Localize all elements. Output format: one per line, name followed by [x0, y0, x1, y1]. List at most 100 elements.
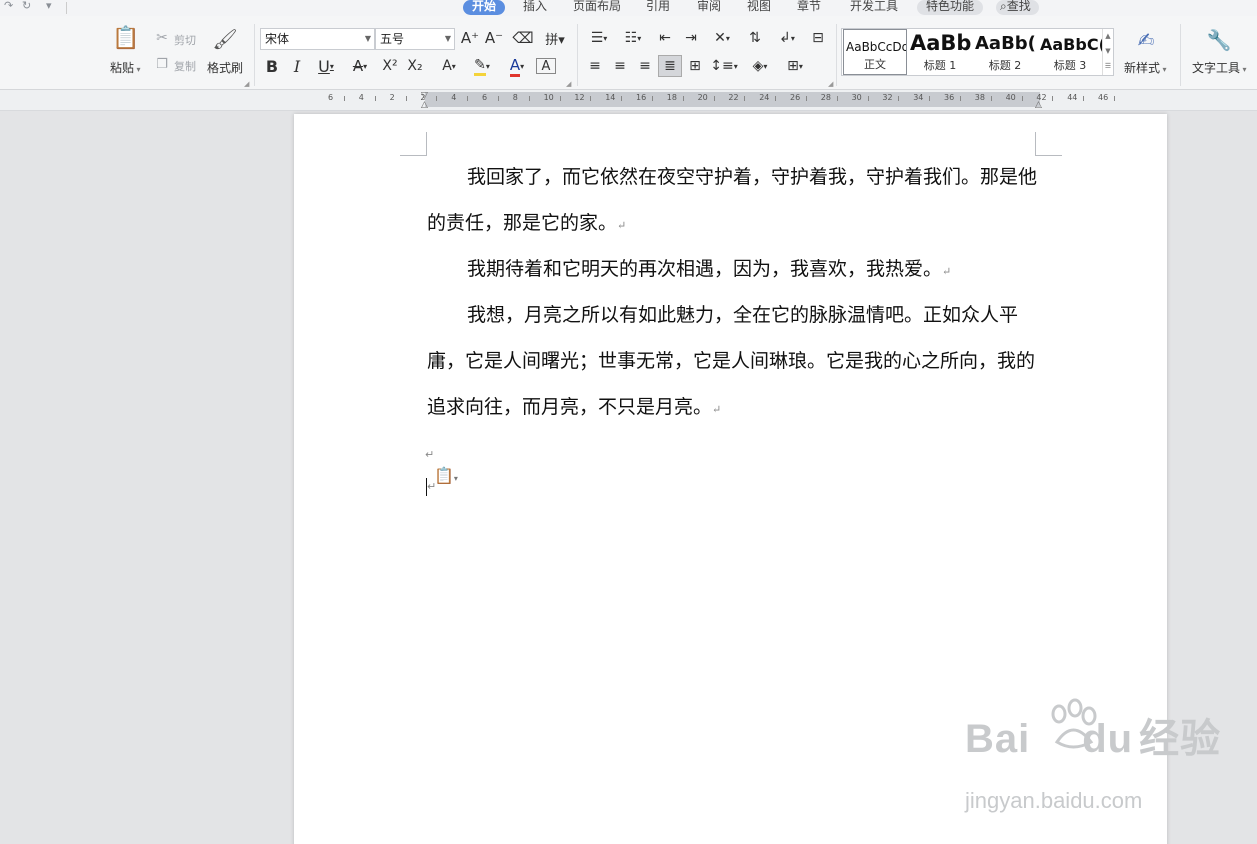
- ruler-label: 26: [790, 93, 801, 102]
- styles-scroll[interactable]: ▲ ▼ ☰: [1102, 29, 1113, 75]
- highlight-icon[interactable]: ✎ ▾: [467, 56, 497, 76]
- text-tools-button[interactable]: 文字工具 ▾: [1192, 59, 1247, 76]
- pinyin-guide-icon[interactable]: 拼▾: [541, 28, 569, 48]
- ruler-tick: [929, 96, 931, 101]
- paragraph-1[interactable]: 我回家了，而它依然在夜空守护着，守护着我，守护着我们。那是他的责任，那是它的家。…: [427, 154, 1039, 249]
- more-icon[interactable]: ☰: [1103, 59, 1113, 74]
- ruler-tick: [836, 96, 838, 101]
- tab-chapter[interactable]: 章节: [797, 0, 821, 15]
- tab-home[interactable]: 开始: [463, 0, 506, 15]
- tab-review[interactable]: 审阅: [697, 0, 721, 15]
- ruler-label: 6: [482, 93, 488, 102]
- ruler-tick: [1052, 96, 1054, 101]
- chinese-layout-icon[interactable]: ✕ ▾: [708, 28, 736, 48]
- tab-view[interactable]: 视图: [747, 0, 771, 15]
- tab-stops-icon[interactable]: ⊟: [808, 28, 828, 48]
- superscript-icon[interactable]: X²: [380, 56, 400, 76]
- group-expand-icon[interactable]: ◢: [828, 80, 833, 88]
- subscript-icon[interactable]: X₂: [405, 56, 425, 76]
- format-painter-button[interactable]: 格式刷: [207, 59, 243, 76]
- show-marks-icon[interactable]: ↲ ▾: [773, 28, 801, 48]
- style-name: 标题 1: [923, 59, 957, 72]
- ruler-label: 24: [759, 93, 770, 102]
- document-page[interactable]: 我回家了，而它依然在夜空守护着，守护着我，守护着我们。那是他的责任，那是它的家。…: [294, 114, 1167, 844]
- ruler-label: 6: [328, 93, 334, 102]
- group-expand-icon[interactable]: ◢: [566, 80, 571, 88]
- paste-icon[interactable]: 📋: [112, 24, 140, 52]
- numbered-list-icon[interactable]: ☷ ▾: [619, 28, 647, 48]
- font-name-value: 宋体: [265, 32, 290, 46]
- italic-icon[interactable]: I: [288, 56, 306, 76]
- char-border-icon[interactable]: A: [536, 58, 556, 74]
- tab-reference[interactable]: 引用: [646, 0, 670, 15]
- ruler-tick: [621, 96, 623, 101]
- paste-button[interactable]: 粘贴 ▾: [110, 59, 141, 76]
- paragraph-text: 我期待着和它明天的再次相遇，因为，我喜欢，我热爱。: [467, 258, 943, 280]
- quick-access-dropdown-icon[interactable]: ▾: [46, 0, 52, 14]
- shading-icon[interactable]: ◈ ▾: [746, 56, 774, 76]
- decrease-indent-icon[interactable]: ⇤: [655, 28, 675, 48]
- line-spacing-icon[interactable]: ↕≡ ▾: [710, 56, 738, 76]
- tab-page-layout[interactable]: 页面布局: [573, 0, 621, 15]
- ruler-label: 20: [697, 93, 708, 102]
- font-name-select[interactable]: 宋体 ▼: [260, 28, 375, 50]
- redo-icon[interactable]: ↷: [4, 0, 13, 14]
- borders-icon[interactable]: ⊞ ▾: [781, 56, 809, 76]
- chevron-up-icon[interactable]: ▲: [1103, 29, 1113, 44]
- clear-format-icon[interactable]: ⌫: [512, 28, 533, 48]
- paragraph-2[interactable]: 我期待着和它明天的再次相遇，因为，我喜欢，我热爱。↵: [427, 246, 1039, 295]
- ruler-tick: [405, 96, 407, 101]
- ruler-label: 38: [974, 93, 985, 102]
- chevron-down-icon[interactable]: ▼: [1103, 44, 1113, 59]
- group-expand-icon[interactable]: ◢: [244, 80, 249, 88]
- tab-special-features[interactable]: 特色功能: [917, 0, 984, 15]
- new-style-icon[interactable]: ✍: [1133, 26, 1159, 54]
- align-center-icon[interactable]: ≡: [610, 56, 630, 76]
- font-size-select[interactable]: 五号 ▼: [375, 28, 455, 50]
- bold-icon[interactable]: B: [263, 56, 281, 76]
- justify-icon[interactable]: ≣: [658, 55, 682, 77]
- style-name: 标题 3: [1053, 59, 1087, 72]
- style-heading-2[interactable]: AaBb( 标题 2: [973, 29, 1037, 75]
- horizontal-ruler[interactable]: ▽ △ △ 6 4 2 2 4 6 8 10 12 14 16 18 20 22 24 26 28 30 32 34 3…: [0, 90, 1257, 111]
- ruler-tick: [374, 96, 376, 101]
- ruler-label: 28: [820, 93, 831, 102]
- ruler-tick: [806, 96, 807, 101]
- shrink-font-icon[interactable]: A⁻: [485, 28, 503, 48]
- tab-dev-tools[interactable]: 开发工具: [850, 0, 898, 15]
- ruler-tick: [436, 96, 438, 101]
- distributed-icon[interactable]: ⊞: [685, 56, 705, 76]
- paste-options-icon[interactable]: 📋▾: [434, 466, 458, 485]
- underline-icon[interactable]: U ▾: [311, 56, 341, 76]
- copy-button[interactable]: 复制: [174, 58, 196, 74]
- redo2-icon[interactable]: ↻: [22, 0, 31, 14]
- style-heading-1[interactable]: AaBb 标题 1: [908, 29, 972, 75]
- paragraph-text: 我想，月亮之所以有如此魅力，全在它的脉脉温情吧。正如众人平庸，它是人间曙光；世事…: [427, 304, 1036, 418]
- paragraph-text: 我回家了，而它依然在夜空守护着，守护着我，守护着我们。那是他的责任，那是它的家。: [427, 166, 1038, 234]
- tab-insert[interactable]: 插入: [523, 0, 547, 15]
- ruler-label: 34: [913, 93, 924, 102]
- cut-button[interactable]: 剪切: [174, 32, 196, 48]
- sort-icon[interactable]: ⇅: [745, 28, 765, 48]
- bullet-list-icon[interactable]: ☰ ▾: [585, 28, 613, 48]
- format-painter-icon[interactable]: 🖌: [212, 26, 237, 52]
- ruler-tick: [590, 96, 592, 101]
- ruler-label: 32: [882, 93, 893, 102]
- ruler-tick: [867, 96, 869, 101]
- paragraph-3[interactable]: 我想，月亮之所以有如此魅力，全在它的脉脉温情吧。正如众人平庸，它是人间曙光；世事…: [427, 292, 1039, 433]
- align-left-icon[interactable]: ≡: [585, 56, 605, 76]
- font-color-icon[interactable]: A ▾: [502, 56, 532, 77]
- search-tab[interactable]: ⌕查找: [996, 0, 1039, 15]
- style-heading-3[interactable]: AaBbC( 标题 3: [1038, 29, 1102, 75]
- style-preview: AaBb(: [975, 33, 1036, 54]
- align-right-icon[interactable]: ≡: [635, 56, 655, 76]
- text-effect-icon[interactable]: A ▾: [434, 56, 464, 76]
- increase-indent-icon[interactable]: ⇥: [681, 28, 701, 48]
- ruler-label: 16: [636, 93, 647, 102]
- grow-font-icon[interactable]: A⁺: [461, 28, 479, 48]
- wrench-icon[interactable]: 🔧: [1206, 26, 1232, 54]
- strikethrough-icon[interactable]: A ▾: [345, 56, 375, 76]
- new-style-button[interactable]: 新样式 ▾: [1124, 59, 1167, 76]
- style-normal[interactable]: AaBbCcDd 正文: [843, 29, 907, 75]
- style-name: 正文: [864, 58, 886, 71]
